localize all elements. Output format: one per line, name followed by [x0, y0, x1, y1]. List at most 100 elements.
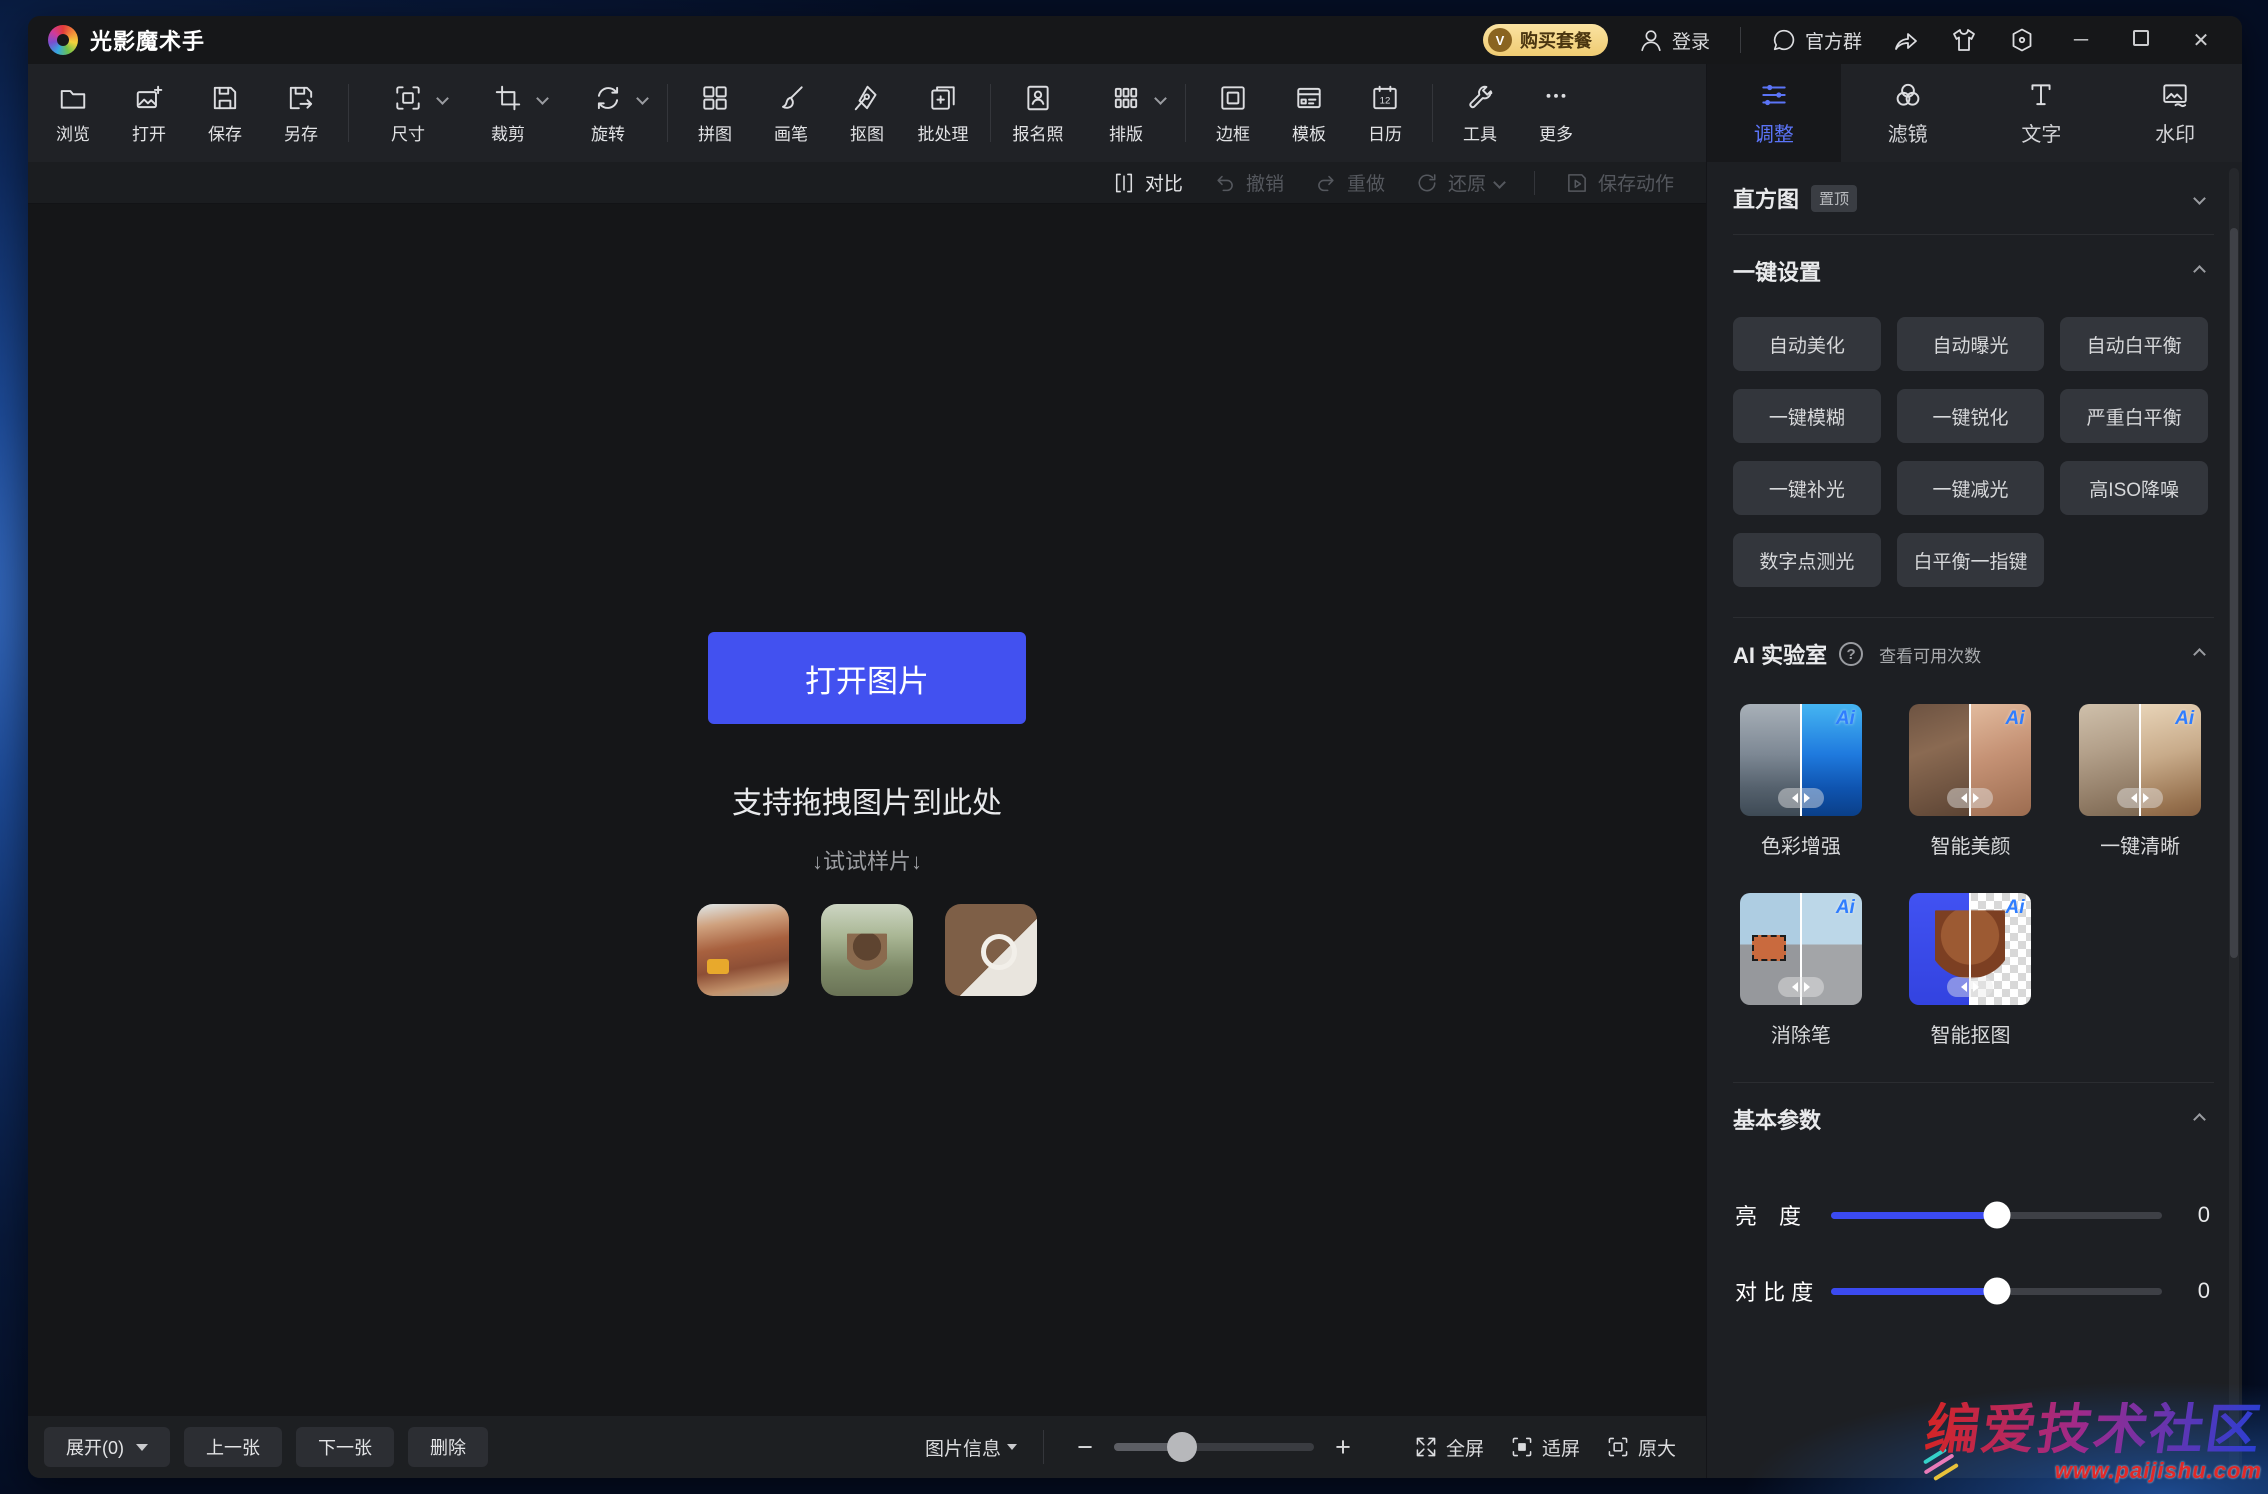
oneclick-sharpen-button[interactable]: 一键锐化	[1897, 389, 2045, 443]
sample-image-portrait[interactable]	[821, 904, 913, 996]
toolbar-calendar[interactable]: 12 日历	[1348, 81, 1422, 145]
digital-spot-metering-button[interactable]: 数字点测光	[1733, 533, 1881, 587]
image-info-dropdown[interactable]: 图片信息	[925, 1434, 1017, 1461]
white-balance-one-key-button[interactable]: 白平衡一指键	[1897, 533, 2045, 587]
pin-top-badge[interactable]: 置顶	[1811, 185, 1857, 212]
chevron-down-icon[interactable]	[1154, 92, 1167, 105]
zoom-slider[interactable]	[1114, 1443, 1314, 1451]
contrast-slider[interactable]	[1831, 1288, 2162, 1295]
sample-image-desk[interactable]	[945, 904, 1037, 996]
basic-params-section-header[interactable]: 基本参数	[1733, 1083, 2214, 1155]
delete-image-button[interactable]: 删除	[408, 1427, 488, 1467]
auto-exposure-button[interactable]: 自动曝光	[1897, 317, 2045, 371]
toolbar-frame[interactable]: 边框	[1196, 81, 1270, 145]
toolbar-rotate[interactable]: 旋转	[559, 81, 657, 145]
toolbar-template[interactable]: 模板	[1272, 81, 1346, 145]
compare-slider-icon	[1778, 977, 1824, 997]
ai-eraser-pen[interactable]: Ai 消除笔	[1735, 893, 1867, 1048]
panel-scrollbar[interactable]	[2229, 168, 2239, 1472]
ai-smart-cutout[interactable]: Ai 智能抠图	[1905, 893, 2037, 1048]
restore-button[interactable]: 还原	[1415, 169, 1504, 196]
next-image-button[interactable]: 下一张	[296, 1427, 394, 1467]
oneclick-fill-light-button[interactable]: 一键补光	[1733, 461, 1881, 515]
toolbar-crop[interactable]: 裁剪	[459, 81, 557, 145]
ai-color-enhance[interactable]: Ai 色彩增强	[1735, 704, 1867, 859]
help-icon[interactable]: ?	[1839, 642, 1863, 666]
official-group-button[interactable]: 官方群	[1771, 27, 1862, 54]
oneclick-dim-light-button[interactable]: 一键减光	[1897, 461, 2045, 515]
maximize-button[interactable]	[2126, 29, 2156, 52]
toolbar-cutout[interactable]: 抠图	[830, 81, 904, 145]
brightness-slider[interactable]	[1831, 1212, 2162, 1219]
watermark-url: www.paijishu.com	[1926, 1458, 2262, 1484]
toolbar-tools[interactable]: 工具	[1443, 81, 1517, 145]
brightness-slider-knob[interactable]	[1983, 1202, 2010, 1229]
toolbar-brush[interactable]: 画笔	[754, 81, 828, 145]
prev-image-button[interactable]: 上一张	[184, 1427, 282, 1467]
sample-image-desert[interactable]	[697, 904, 789, 996]
toolbar-batch[interactable]: 批处理	[906, 81, 980, 145]
compare-button[interactable]: 对比	[1112, 169, 1183, 196]
chat-bubble-icon	[1771, 27, 1797, 53]
filter-rings-icon	[1893, 80, 1923, 110]
chevron-down-icon[interactable]	[636, 92, 649, 105]
toolbar-browse[interactable]: 浏览	[36, 81, 110, 145]
undo-button[interactable]: 撤销	[1213, 169, 1284, 196]
ai-lab-section-header[interactable]: AI 实验室 ? 查看可用次数	[1733, 618, 2214, 690]
ai-smart-beauty[interactable]: Ai 智能美颜	[1905, 704, 2037, 859]
toolbar-resize[interactable]: 尺寸	[359, 81, 457, 145]
auto-white-balance-button[interactable]: 自动白平衡	[2060, 317, 2208, 371]
share-icon[interactable]	[1892, 26, 1920, 54]
zoom-slider-knob[interactable]	[1167, 1432, 1197, 1462]
minimize-button[interactable]: ─	[2066, 29, 2096, 52]
histogram-section-header[interactable]: 直方图 置顶	[1733, 162, 2214, 234]
toolbar-layout[interactable]: 排版	[1077, 81, 1175, 145]
contrast-slider-row: 对 比 度 0	[1735, 1275, 2210, 1307]
toolbar-more[interactable]: 更多	[1519, 81, 1593, 145]
contrast-slider-knob[interactable]	[1983, 1278, 2010, 1305]
theme-skin-icon[interactable]	[1950, 26, 1978, 54]
close-button[interactable]: ✕	[2186, 28, 2216, 53]
actual-size-button[interactable]: 原大	[1606, 1434, 1676, 1461]
buy-plan-button[interactable]: V 购买套餐	[1483, 24, 1608, 56]
panel-scrollbar-thumb[interactable]	[2230, 228, 2238, 958]
expand-list-button[interactable]: 展开(0)	[44, 1427, 170, 1467]
toolbar-collage[interactable]: 拼图	[678, 81, 752, 145]
auto-beautify-button[interactable]: 自动美化	[1733, 317, 1881, 371]
redo-button[interactable]: 重做	[1314, 169, 1385, 196]
usage-link[interactable]: 查看可用次数	[1879, 642, 1981, 667]
toolbar-id-photo[interactable]: 报名照	[1001, 81, 1075, 145]
compare-slider-icon	[1947, 977, 1993, 997]
toolbar-open[interactable]: 打开	[112, 81, 186, 145]
severe-white-balance-button[interactable]: 严重白平衡	[2060, 389, 2208, 443]
chevron-up-icon[interactable]	[2193, 648, 2206, 661]
tab-adjust[interactable]: 调整	[1707, 64, 1841, 162]
contrast-label: 对 比 度	[1735, 1275, 1827, 1307]
chevron-up-icon[interactable]	[2193, 265, 2206, 278]
toolbar-save[interactable]: 保存	[188, 81, 262, 145]
ai-one-key-clarity[interactable]: Ai 一键清晰	[2074, 704, 2206, 859]
ellipsis-icon	[1541, 83, 1571, 113]
oneclick-section-header[interactable]: 一键设置	[1733, 235, 2214, 307]
login-button[interactable]: 登录	[1638, 27, 1710, 54]
tab-watermark[interactable]: 水印	[2108, 64, 2242, 162]
high-iso-denoise-button[interactable]: 高ISO降噪	[2060, 461, 2208, 515]
zoom-out-button[interactable]: −	[1070, 1432, 1100, 1463]
login-label: 登录	[1672, 27, 1710, 54]
tab-filters[interactable]: 滤镜	[1841, 64, 1975, 162]
chevron-down-icon[interactable]	[2193, 192, 2206, 205]
actionbar-separator	[1534, 171, 1535, 195]
open-image-button[interactable]: 打开图片	[708, 632, 1026, 724]
chevron-down-icon[interactable]	[1493, 176, 1506, 189]
fit-screen-button[interactable]: 适屏	[1510, 1434, 1580, 1461]
settings-icon[interactable]	[2008, 26, 2036, 54]
toolbar-save-as[interactable]: 另存	[264, 81, 338, 145]
chevron-up-icon[interactable]	[2193, 1113, 2206, 1126]
fullscreen-button[interactable]: 全屏	[1414, 1434, 1484, 1461]
chevron-down-icon[interactable]	[536, 92, 549, 105]
save-action-button[interactable]: 保存动作	[1565, 169, 1674, 196]
zoom-in-button[interactable]: +	[1328, 1432, 1358, 1463]
oneclick-blur-button[interactable]: 一键模糊	[1733, 389, 1881, 443]
tab-text[interactable]: 文字	[1975, 64, 2109, 162]
chevron-down-icon[interactable]	[436, 92, 449, 105]
